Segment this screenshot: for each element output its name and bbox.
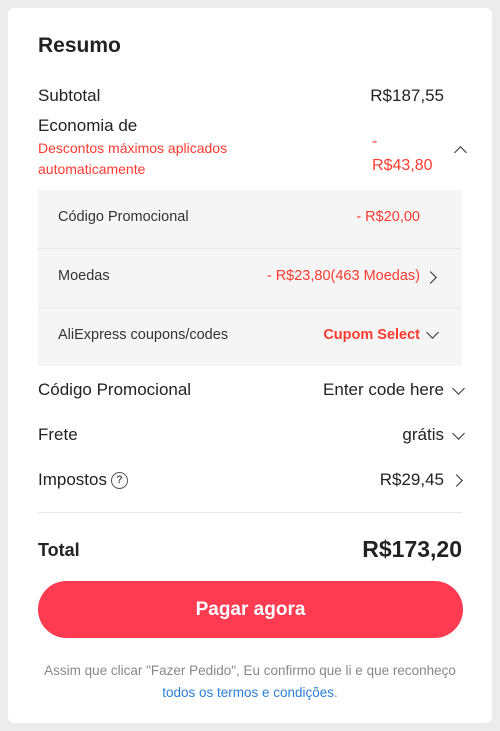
- collapse-savings-icon[interactable]: [454, 146, 467, 159]
- divider: [38, 512, 462, 513]
- breakdown-row-coins[interactable]: Moedas - R$23,80(463 Moedas): [38, 248, 462, 307]
- terms-link[interactable]: todos os termos e condições: [162, 685, 334, 700]
- taxes-label: Impostos?: [38, 470, 128, 490]
- breakdown-row-promo: Código Promocional - R$20,00: [38, 190, 462, 248]
- savings-value: - R$43,80: [372, 130, 442, 178]
- breakdown-coins-label: Moedas: [58, 268, 110, 284]
- chevron-right-icon[interactable]: [424, 271, 437, 284]
- savings-breakdown: Código Promocional - R$20,00 Moedas - R$…: [38, 190, 462, 366]
- disclaimer-text: Assim que clicar "Fazer Pedido", Eu conf…: [44, 663, 456, 678]
- total-value: R$173,20: [362, 536, 462, 562]
- help-icon[interactable]: ?: [110, 472, 128, 489]
- chevron-down-icon[interactable]: [452, 382, 465, 395]
- order-summary-card: Resumo Subtotal R$187,55 Economia de Des…: [8, 8, 492, 723]
- breakdown-coupons-label: AliExpress coupons/codes: [58, 327, 229, 343]
- savings-label: Economia de: [38, 116, 138, 135]
- taxes-label-text: Impostos: [38, 470, 107, 489]
- coupon-select-value[interactable]: Cupom Select: [323, 327, 420, 343]
- savings-sign: -: [372, 133, 378, 150]
- chevron-right-icon[interactable]: [450, 474, 463, 487]
- shipping-label: Frete: [38, 425, 78, 444]
- savings-note: Descontos máximos aplicados automaticame…: [38, 140, 228, 177]
- chevron-down-icon[interactable]: [452, 427, 465, 440]
- savings-amount: R$43,80: [372, 157, 433, 174]
- disclaimer-end: .: [334, 685, 338, 700]
- pay-now-button[interactable]: Pagar agora: [38, 581, 463, 638]
- summary-title: Resumo: [38, 34, 121, 57]
- chevron-down-icon[interactable]: [426, 326, 439, 339]
- promo-code-label: Código Promocional: [38, 380, 192, 399]
- shipping-value[interactable]: grátis: [402, 425, 444, 445]
- breakdown-coins-value: - R$23,80(463 Moedas): [266, 268, 420, 284]
- breakdown-row-coupons[interactable]: AliExpress coupons/codes Cupom Select: [38, 307, 462, 366]
- breakdown-promo-value: - R$20,00: [356, 209, 420, 225]
- taxes-value[interactable]: R$29,45: [380, 470, 444, 490]
- total-label: Total: [38, 540, 80, 560]
- breakdown-promo-label: Código Promocional: [58, 209, 189, 225]
- terms-disclaimer: Assim que clicar "Fazer Pedido", Eu conf…: [38, 660, 462, 704]
- subtotal-value: R$187,55: [370, 86, 444, 105]
- subtotal-label: Subtotal: [38, 86, 101, 105]
- promo-code-input[interactable]: Enter code here: [323, 380, 444, 400]
